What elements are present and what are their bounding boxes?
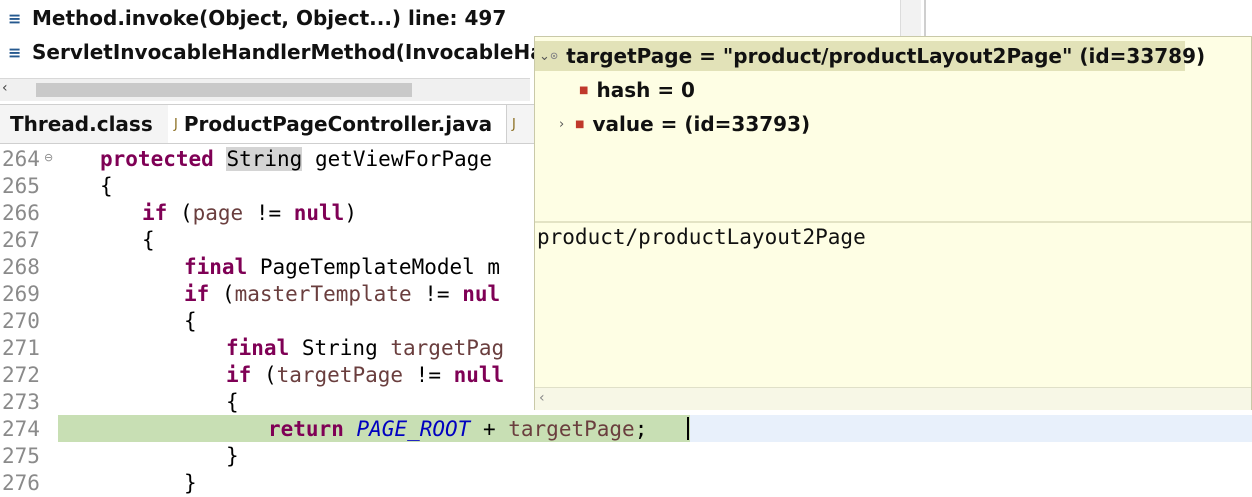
stack-frame-label: ServletInvocableHandlerMethod(InvocableH… [32, 40, 558, 64]
keyword: protected [100, 147, 214, 171]
code-text: } [226, 444, 239, 468]
keyword: if [184, 282, 210, 306]
text-caret [687, 417, 689, 440]
variable-value: = 0 [657, 78, 695, 102]
code-text: PageTemplateModel m [247, 255, 501, 279]
line-number: 267 [2, 228, 40, 252]
variable: masterTemplate [234, 282, 412, 306]
variable-tree: ⌄ ⊙ targetPage = "product/productLayout2… [535, 37, 1251, 221]
stack-frame-method-invoke[interactable]: ≡ Method.invoke(Object, Object...) line:… [8, 4, 506, 32]
stack-frame-label: Method.invoke(Object, Object...) line: 4… [32, 6, 507, 30]
line-number: 269 [2, 282, 40, 306]
code-line-271[interactable]: final String targetPag [226, 335, 504, 362]
line-number: 265 [2, 174, 40, 198]
variable-value: = (id=33793) [660, 112, 811, 136]
private-field-icon: ■ [579, 84, 589, 96]
line-number: 268 [2, 255, 40, 279]
keyword: final [184, 255, 248, 279]
fold-collapse-icon[interactable]: ⊖ [44, 151, 53, 164]
editor-tab-bar: Thread.class J ProductPageController.jav… [0, 104, 540, 144]
variable-name: targetPage [566, 44, 693, 68]
tree-node-targetpage[interactable]: ⌄ ⊙ targetPage = "product/productLayout2… [535, 41, 1205, 71]
code-line-270[interactable]: { [184, 308, 197, 335]
code-text: { [142, 228, 155, 252]
detail-pane-text[interactable]: product/productLayout2Page [537, 225, 866, 249]
code-text: != [411, 282, 463, 306]
popup-horizontal-scrollbar[interactable]: ‹ [535, 387, 1251, 410]
stack-horizontal-scrollbar[interactable]: ‹ [0, 78, 530, 101]
tree-node-hash[interactable]: ■ hash = 0 [579, 75, 695, 105]
chevron-right-icon[interactable]: › [559, 117, 575, 132]
variable: targetPage [508, 417, 635, 441]
line-number: 272 [2, 363, 40, 387]
code-text: ( [251, 363, 277, 387]
code-line-275[interactable]: } [226, 443, 239, 470]
line-number: 276 [2, 471, 40, 495]
code-line-272[interactable]: if (targetPage != null [226, 362, 504, 389]
variable-name: hash [596, 78, 651, 102]
tab-thread-class[interactable]: Thread.class [0, 105, 169, 143]
variable: page [192, 201, 244, 225]
variable-value: = "product/productLayout2Page" (id=33789… [699, 44, 1206, 68]
code-line-276[interactable]: } [184, 470, 197, 497]
line-number: 271 [2, 336, 40, 360]
keyword: if [142, 201, 168, 225]
keyword: null [453, 363, 505, 387]
code-line-274[interactable]: return PAGE_ROOT + targetPage; [268, 416, 647, 443]
popup-divider [535, 221, 1251, 223]
java-file-icon: J [512, 116, 516, 132]
code-text: } [184, 471, 197, 495]
code-text: { [226, 390, 239, 414]
stack-frame-servlet-handler[interactable]: ≡ ServletInvocableHandlerMethod(Invocabl… [8, 38, 558, 66]
code-text: != [403, 363, 454, 387]
code-line-266[interactable]: if (page != null) [142, 200, 357, 227]
stack-frame-icon: ≡ [8, 42, 22, 62]
code-line-268[interactable]: final PageTemplateModel m [184, 254, 500, 281]
keyword: final [226, 336, 290, 360]
tree-node-value[interactable]: › ■ value = (id=33793) [559, 109, 810, 139]
line-number: 274 [2, 417, 40, 441]
code-text: ( [167, 201, 193, 225]
type-name: String [226, 147, 303, 171]
code-text: { [100, 174, 113, 198]
line-number: 270 [2, 309, 40, 333]
scroll-left-icon[interactable]: ‹ [539, 390, 545, 406]
line-number: 266 [2, 201, 40, 225]
scroll-left-icon[interactable]: ‹ [2, 80, 8, 96]
keyword: nul [462, 282, 501, 306]
keyword: null [293, 201, 345, 225]
code-text: + [470, 417, 509, 441]
constant: PAGE_ROOT [356, 417, 471, 441]
code-line-269[interactable]: if (masterTemplate != nul [184, 281, 500, 308]
tab-label: ProductPageController.java [183, 112, 493, 136]
keyword: if [226, 363, 252, 387]
stack-frame-icon: ≡ [8, 8, 22, 28]
java-file-icon: J [174, 116, 178, 132]
current-line-highlight-rest [690, 415, 1252, 442]
code-text: ) [344, 201, 357, 225]
tab-label: Thread.class [10, 112, 153, 136]
code-text: != [243, 201, 294, 225]
tab-product-page-controller[interactable]: J ProductPageController.java [168, 105, 507, 143]
code-text: String [289, 336, 391, 360]
line-number: 275 [2, 444, 40, 468]
keyword: return [268, 417, 344, 441]
local-variable-icon: ⊙ [549, 50, 559, 62]
code-text: ( [209, 282, 235, 306]
code-line-273[interactable]: { [226, 389, 239, 416]
code-line-264[interactable]: protected String getViewForPage [100, 146, 492, 173]
chevron-down-icon[interactable]: ⌄ [539, 49, 550, 64]
line-number: 273 [2, 390, 40, 414]
variable: targetPage [276, 363, 404, 387]
scrollbar-thumb[interactable] [36, 83, 412, 97]
debug-hover-popup: ⌄ ⊙ targetPage = "product/productLayout2… [534, 36, 1252, 410]
code-line-265[interactable]: { [100, 173, 113, 200]
variable: targetPag [390, 336, 505, 360]
final-field-icon: ■ [575, 118, 585, 130]
variable-name: value [592, 112, 654, 136]
code-text: getViewForPage [302, 147, 492, 171]
code-text: { [184, 309, 197, 333]
code-text: ; [634, 417, 648, 441]
code-line-267[interactable]: { [142, 227, 155, 254]
